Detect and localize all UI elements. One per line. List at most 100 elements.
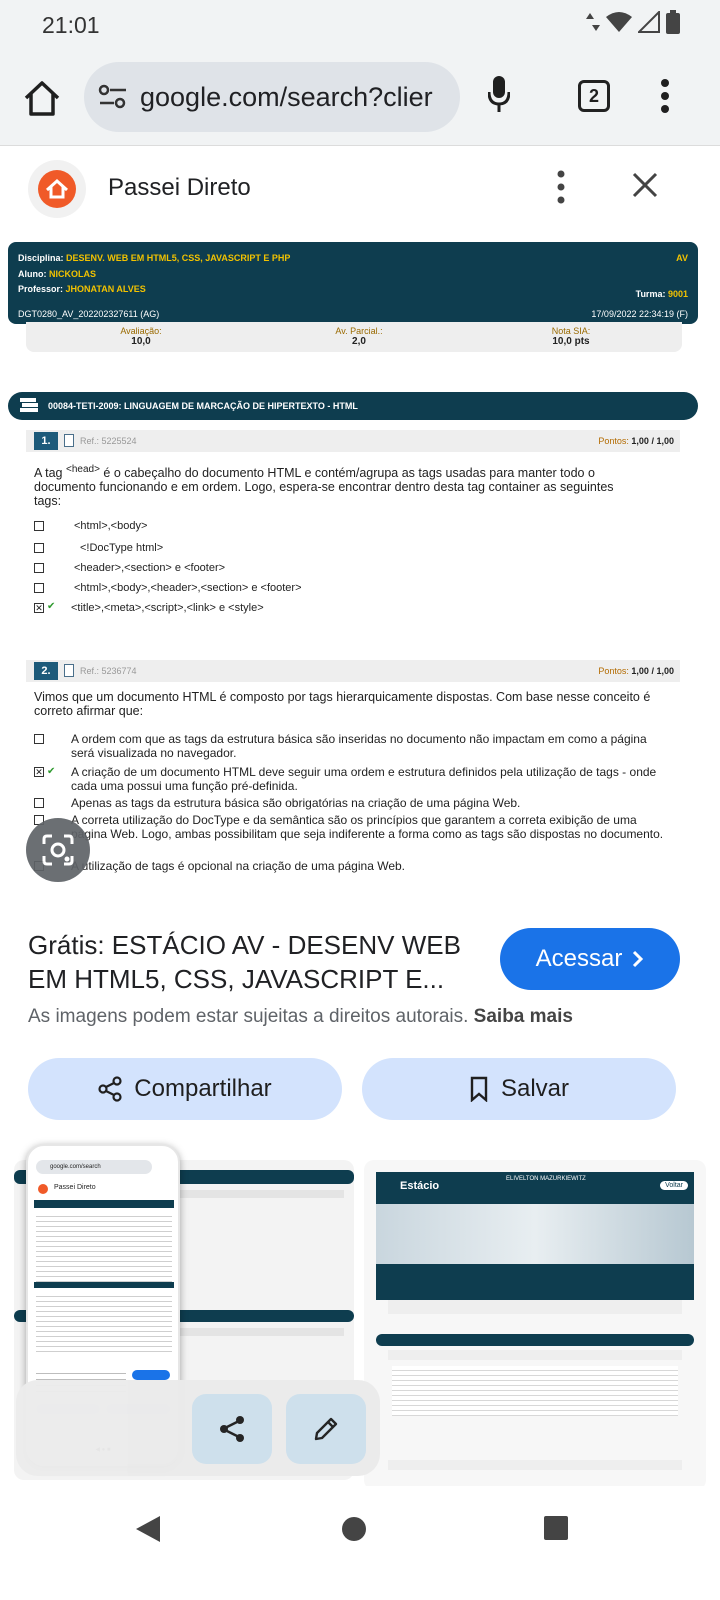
tab-switcher-button[interactable]: 2 <box>578 80 610 112</box>
result-more-button[interactable] <box>556 170 566 209</box>
access-button[interactable]: Acessar <box>500 928 680 990</box>
lens-search-button[interactable] <box>26 818 90 882</box>
question-1-option[interactable]: <header>,<section> e <footer> <box>34 562 674 578</box>
professor-label: Professor: <box>18 284 64 294</box>
books-icon <box>20 398 38 412</box>
passei-direto-logo-icon <box>38 170 76 208</box>
home-button[interactable] <box>20 76 64 120</box>
checkbox[interactable] <box>34 543 44 553</box>
status-icons <box>586 10 680 34</box>
close-button[interactable] <box>632 172 658 203</box>
battery-icon <box>666 10 680 34</box>
checkbox[interactable] <box>34 521 44 531</box>
question-2-ref: Ref.: 5236774 <box>80 666 137 676</box>
thumb-student: ELIVELTON MAZURKIEWITZ <box>506 1176 586 1182</box>
question-1-points: Pontos: 1,00 / 1,00 <box>598 436 674 446</box>
status-bar: 21:01 <box>0 0 720 50</box>
system-navigation-bar <box>0 1486 720 1600</box>
site-logo <box>28 160 86 218</box>
grade-nota-sia: Nota SIA: 10,0 pts <box>551 326 591 347</box>
data-arrows-icon <box>586 13 600 31</box>
wifi-icon <box>606 12 632 32</box>
tray-edit-button[interactable] <box>286 1394 366 1464</box>
recents-nav-icon[interactable] <box>543 1515 569 1541</box>
section-title-bar: 00084-TETI-2009: LINGUAGEM DE MARCAÇÃO D… <box>8 392 698 420</box>
back-nav-icon[interactable] <box>134 1514 162 1544</box>
question-1-header: 1. Ref.: 5225524 Pontos: 1,00 / 1,00 <box>26 430 680 452</box>
thumb-photo <box>376 1204 694 1264</box>
exam-code: DGT0280_AV_202202327611 (AG) <box>18 309 160 319</box>
mini-text <box>36 1292 172 1352</box>
result-image[interactable]: Disciplina: DESENV. WEB EM HTML5, CSS, J… <box>0 236 720 896</box>
voice-search-button[interactable] <box>487 74 511 119</box>
turma-value: 9001 <box>667 289 688 299</box>
thumb-estacio-header: Estácio ELIVELTON MAZURKIEWITZ Voltar <box>376 1172 694 1204</box>
home-icon <box>24 81 60 116</box>
thumb-exam-header <box>376 1264 694 1300</box>
screenshot-action-tray <box>16 1380 380 1476</box>
mini-site-name: Passei Direto <box>54 1184 96 1191</box>
document-icon <box>64 664 74 677</box>
turma-label: Turma: <box>635 289 666 299</box>
aluno-label: Aluno: <box>18 269 47 279</box>
document-icon <box>64 434 74 447</box>
grade-av-parcial: Av. Parcial.: 2,0 <box>335 326 383 347</box>
home-nav-icon[interactable] <box>341 1516 367 1542</box>
question-2-header: 2. Ref.: 5236774 Pontos: 1,00 / 1,00 <box>26 660 680 682</box>
share-icon <box>220 1416 244 1442</box>
more-vert-icon <box>661 79 669 113</box>
microphone-icon <box>487 76 511 112</box>
question-1-option[interactable]: <html>,<body> <box>34 520 674 536</box>
mini-text <box>36 1212 172 1282</box>
thumb-question-header <box>388 1460 682 1470</box>
exam-datetime: 17/09/2022 22:34:19 (F) <box>591 309 688 319</box>
checkbox[interactable] <box>34 734 44 744</box>
status-time: 21:01 <box>42 12 100 38</box>
checkbox-checked[interactable]: ✕ <box>34 603 44 613</box>
browser-toolbar: google.com/search?clier 2 <box>0 50 720 146</box>
turma: Turma: 9001 <box>636 289 688 299</box>
share-icon <box>98 1076 122 1102</box>
browser-menu-button[interactable] <box>660 78 670 119</box>
professor-value: JHONATAN ALVES <box>65 284 146 294</box>
question-1-option[interactable]: <!DocType html> <box>34 542 674 558</box>
section-title: 00084-TETI-2009: LINGUAGEM DE MARCAÇÃO D… <box>48 401 358 411</box>
site-name: Passei Direto <box>108 174 251 201</box>
share-button[interactable]: Compartilhar <box>28 1058 342 1120</box>
more-vert-icon <box>557 170 565 204</box>
disciplina-value: DESENV. WEB EM HTML5, CSS, JAVASCRIPT E … <box>66 253 291 263</box>
question-1-option[interactable]: <html>,<body>,<header>,<section> e <foot… <box>34 582 674 598</box>
question-1-ref: Ref.: 5225524 <box>80 436 137 446</box>
bookmark-icon <box>470 1076 488 1102</box>
copyright-notice: As imagens podem estar sujeitas a direit… <box>28 1006 573 1027</box>
grade-avaliacao: Avaliação: 10,0 <box>120 326 162 347</box>
checkbox[interactable] <box>34 563 44 573</box>
question-1-text: A tag <head> é o cabeçalho do documento … <box>34 464 614 509</box>
url-text: google.com/search?clier <box>140 82 433 112</box>
checkbox-checked[interactable]: ✕ <box>34 767 44 777</box>
checkbox[interactable] <box>34 583 44 593</box>
correct-check-icon: ✔ <box>47 601 56 612</box>
tray-share-button[interactable] <box>192 1394 272 1464</box>
result-title[interactable]: Grátis: ESTÁCIO AV - DESENV WEB EM HTML5… <box>28 928 488 996</box>
result-header: Passei Direto <box>0 146 720 236</box>
mini-access-button <box>132 1370 170 1380</box>
thumb-row <box>164 1190 344 1198</box>
av-label: AV <box>676 253 688 263</box>
learn-more-link[interactable]: Saiba mais <box>474 1006 573 1027</box>
question-1-option-selected[interactable]: ✕ ✔ <title>,<meta>,<script>,<link> e <styl… <box>34 601 674 618</box>
question-2-text: Vimos que um documento HTML é composto p… <box>34 690 651 718</box>
site-settings-icon[interactable] <box>98 84 128 110</box>
save-button[interactable]: Salvar <box>362 1058 676 1120</box>
thumb-question-header <box>388 1350 682 1360</box>
mini-header-bar <box>34 1200 174 1208</box>
signal-icon <box>638 11 660 33</box>
related-image-right[interactable]: Estácio ELIVELTON MAZURKIEWITZ Voltar <box>364 1160 706 1490</box>
thumb-brand: Estácio <box>400 1180 440 1192</box>
address-bar[interactable]: google.com/search?clier <box>84 62 460 132</box>
mini-url: google.com/search <box>36 1160 152 1174</box>
chevron-right-icon <box>633 950 644 968</box>
checkbox[interactable] <box>34 798 44 808</box>
lens-icon <box>42 834 74 866</box>
access-label: Acessar <box>535 945 623 972</box>
